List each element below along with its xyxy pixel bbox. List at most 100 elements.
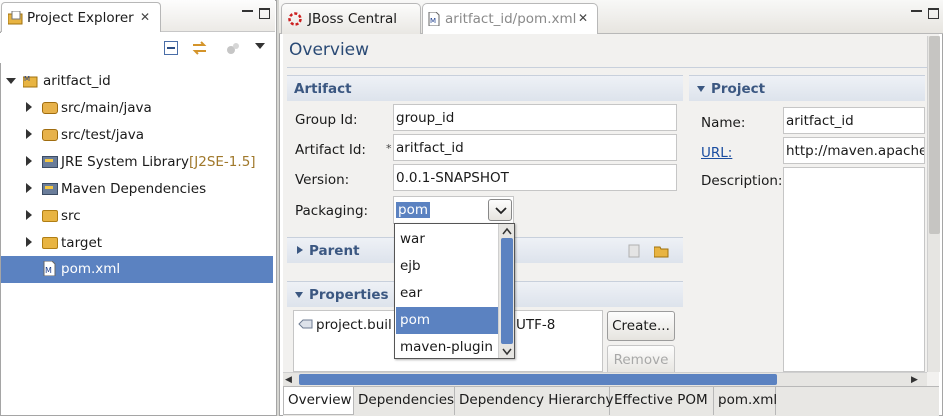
minimize-icon[interactable] bbox=[242, 8, 253, 12]
maximize-icon[interactable] bbox=[928, 8, 939, 19]
tab-label: aritfact_id/pom.xml bbox=[445, 11, 577, 27]
open-folder-icon[interactable] bbox=[654, 244, 670, 258]
library-icon bbox=[42, 156, 58, 168]
dropdown-option-ear[interactable]: ear bbox=[396, 280, 499, 307]
section-title: Properties bbox=[309, 287, 389, 303]
expanded-section-icon bbox=[295, 292, 303, 298]
collapsed-twistie-icon[interactable] bbox=[26, 102, 32, 112]
collapse-all-icon[interactable] bbox=[164, 41, 179, 56]
scrollbar-thumb[interactable] bbox=[501, 238, 513, 344]
tree-item-label: src bbox=[61, 208, 81, 224]
vertical-scrollbar[interactable] bbox=[927, 36, 940, 372]
dropdown-option-pom[interactable]: pom bbox=[396, 307, 499, 334]
tab-pom-xml[interactable]: M aritfact_id/pom.xml ✕ bbox=[422, 3, 598, 34]
tree-item-project[interactable]: M aritfact_id bbox=[1, 68, 273, 95]
url-link[interactable]: URL: bbox=[701, 145, 732, 161]
pom-file-icon: M bbox=[428, 12, 440, 26]
tree-item-pom-xml[interactable]: M pom.xml bbox=[1, 256, 273, 283]
tab-jboss-central[interactable]: JBoss Central bbox=[281, 3, 421, 34]
collapsed-twistie-icon[interactable] bbox=[26, 156, 32, 166]
chevron-down-icon bbox=[495, 207, 507, 215]
collapsed-twistie-icon[interactable] bbox=[26, 210, 32, 220]
maximize-icon[interactable] bbox=[259, 8, 270, 19]
page-tab-dependencies[interactable]: Dependencies bbox=[354, 387, 455, 415]
packaging-combo[interactable]: pom bbox=[393, 196, 514, 224]
expanded-twistie-icon[interactable] bbox=[6, 78, 16, 84]
create-button[interactable]: Create... bbox=[607, 311, 675, 341]
project-explorer-icon bbox=[8, 11, 23, 25]
tree-item-src-main-java[interactable]: src/main/java bbox=[1, 95, 273, 122]
combo-arrow-button[interactable] bbox=[488, 199, 512, 221]
collapsed-twistie-icon[interactable] bbox=[26, 183, 32, 193]
close-icon[interactable]: ✕ bbox=[578, 11, 588, 25]
scroll-down-icon[interactable] bbox=[502, 348, 512, 356]
scrollbar-thumb[interactable] bbox=[929, 36, 940, 234]
view-menu-icon[interactable] bbox=[255, 43, 265, 49]
clear-parent-icon[interactable] bbox=[627, 244, 641, 258]
focus-icon[interactable] bbox=[225, 41, 241, 56]
description-field[interactable] bbox=[783, 167, 925, 372]
packaging-dropdown-list[interactable]: war ejb ear pom maven-plugin bbox=[394, 223, 515, 359]
page-tab-pom-xml[interactable]: pom.xml bbox=[714, 387, 777, 415]
project-explorer-tab[interactable]: Project Explorer ✕ bbox=[1, 2, 161, 32]
collapsed-twistie-icon[interactable] bbox=[26, 237, 32, 247]
maven-project-icon: M bbox=[23, 75, 38, 88]
page-tab-overview[interactable]: Overview bbox=[283, 387, 354, 415]
tree-item-label: JRE System Library bbox=[61, 154, 190, 170]
artifact-id-label: Artifact Id: bbox=[295, 142, 366, 158]
tree-item-target[interactable]: target bbox=[1, 230, 273, 257]
tree-item-src-test-java[interactable]: src/test/java bbox=[1, 122, 273, 149]
pom-file-icon: M bbox=[43, 261, 56, 276]
link-with-editor-icon[interactable] bbox=[191, 40, 208, 57]
tree-item-maven-dependencies[interactable]: Maven Dependencies bbox=[1, 176, 273, 203]
tree-item-label: src/main/java bbox=[61, 100, 152, 116]
group-id-field[interactable]: group_id bbox=[393, 104, 677, 131]
version-field[interactable]: 0.0.1-SNAPSHOT bbox=[393, 164, 677, 191]
page-tab-effective-pom[interactable]: Effective POM bbox=[610, 387, 714, 415]
scroll-left-icon[interactable]: ◀ bbox=[285, 375, 292, 385]
section-title: Project bbox=[711, 81, 766, 97]
page-tab-dependency-hierarchy[interactable]: Dependency Hierarchy bbox=[455, 387, 614, 415]
artifact-section-header: Artifact bbox=[287, 75, 683, 101]
collapsed-twistie-icon[interactable] bbox=[26, 129, 32, 139]
project-explorer-tabbar: Project Explorer ✕ bbox=[0, 0, 275, 32]
editor-page-tabs: Overview Dependencies Dependency Hierarc… bbox=[283, 386, 939, 416]
tab-label: JBoss Central bbox=[308, 11, 398, 27]
required-marker: * bbox=[386, 142, 392, 155]
collapsed-section-icon bbox=[297, 246, 303, 254]
tree-item-decoration: [J2SE-1.5] bbox=[189, 154, 256, 170]
url-field[interactable]: http://maven.apache. bbox=[783, 137, 925, 164]
title-separator bbox=[287, 67, 927, 68]
dropdown-option-maven-plugin[interactable]: maven-plugin bbox=[396, 334, 499, 361]
svg-text:M: M bbox=[24, 75, 30, 83]
scroll-up-icon[interactable] bbox=[502, 227, 512, 235]
packaging-value: pom bbox=[396, 202, 430, 218]
dropdown-option-ejb[interactable]: ejb bbox=[396, 253, 499, 280]
project-section-header[interactable]: Project bbox=[689, 75, 925, 101]
scroll-right-icon[interactable]: ▶ bbox=[911, 375, 918, 385]
folder-icon bbox=[42, 210, 58, 222]
package-folder-icon bbox=[42, 129, 58, 141]
tree-item-jre-library[interactable]: JRE System Library [J2SE-1.5] bbox=[1, 149, 273, 176]
page-title: Overview bbox=[289, 40, 370, 60]
jboss-central-icon bbox=[288, 12, 302, 26]
section-title: Artifact bbox=[294, 81, 352, 97]
package-folder-icon bbox=[42, 102, 58, 114]
project-explorer-toolbar bbox=[0, 33, 275, 63]
artifact-id-field[interactable]: aritfact_id bbox=[393, 134, 677, 161]
horizontal-scrollbar[interactable]: ◀ ▶ bbox=[283, 372, 927, 386]
description-label: Description: bbox=[701, 173, 783, 189]
editor-tabbar: JBoss Central M aritfact_id/pom.xml ✕ bbox=[279, 0, 943, 34]
remove-button[interactable]: Remove bbox=[607, 345, 675, 375]
property-name: project.buil bbox=[316, 317, 392, 333]
property-icon bbox=[298, 319, 313, 329]
dropdown-option-war[interactable]: war bbox=[396, 226, 499, 253]
close-icon[interactable]: ✕ bbox=[140, 10, 150, 24]
name-field[interactable]: aritfact_id bbox=[783, 107, 925, 134]
minimize-icon[interactable] bbox=[911, 8, 922, 12]
dropdown-scrollbar[interactable] bbox=[498, 224, 514, 358]
scrollbar-thumb[interactable] bbox=[299, 374, 777, 385]
group-id-label: Group Id: bbox=[295, 112, 358, 128]
tree-item-label: aritfact_id bbox=[43, 73, 111, 89]
tree-item-src[interactable]: src bbox=[1, 203, 273, 230]
